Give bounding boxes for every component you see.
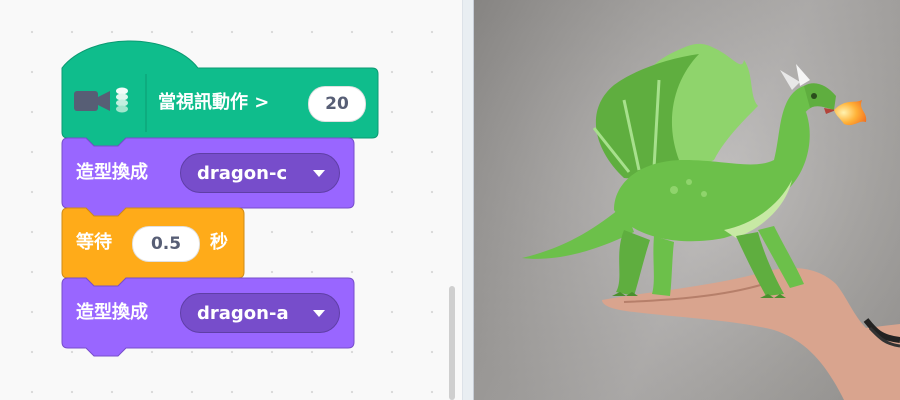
wait-unit-label: 秒 (210, 232, 228, 253)
wait-seconds-value: 0.5 (150, 234, 182, 254)
wait-seconds-input[interactable]: 0.5 (132, 226, 200, 262)
stage-divider[interactable] (462, 0, 474, 400)
script-stack[interactable] (0, 0, 462, 400)
code-area-scrollbar[interactable] (449, 286, 455, 400)
hat-label: 當視訊動作 > (158, 92, 270, 113)
switch-costume-label-1: 造型換成 (76, 162, 148, 183)
chevron-down-icon (313, 170, 325, 177)
code-area[interactable]: 當視訊動作 > 20 造型換成 dragon-c 等待 0.5 秒 造型換成 d… (0, 0, 462, 400)
stage[interactable] (474, 0, 900, 400)
costume-dropdown-2[interactable]: dragon-a (180, 293, 340, 333)
switch-costume-label-2: 造型換成 (76, 302, 148, 323)
wait-label: 等待 (76, 232, 112, 253)
chevron-down-icon (313, 310, 325, 317)
motion-threshold-input[interactable]: 20 (308, 86, 366, 122)
costume-dropdown-1[interactable]: dragon-c (180, 153, 340, 193)
stage-canvas (474, 0, 900, 400)
costume-dropdown-2-value: dragon-a (197, 302, 289, 324)
motion-threshold-value: 20 (325, 94, 349, 114)
costume-dropdown-1-value: dragon-c (197, 162, 288, 184)
